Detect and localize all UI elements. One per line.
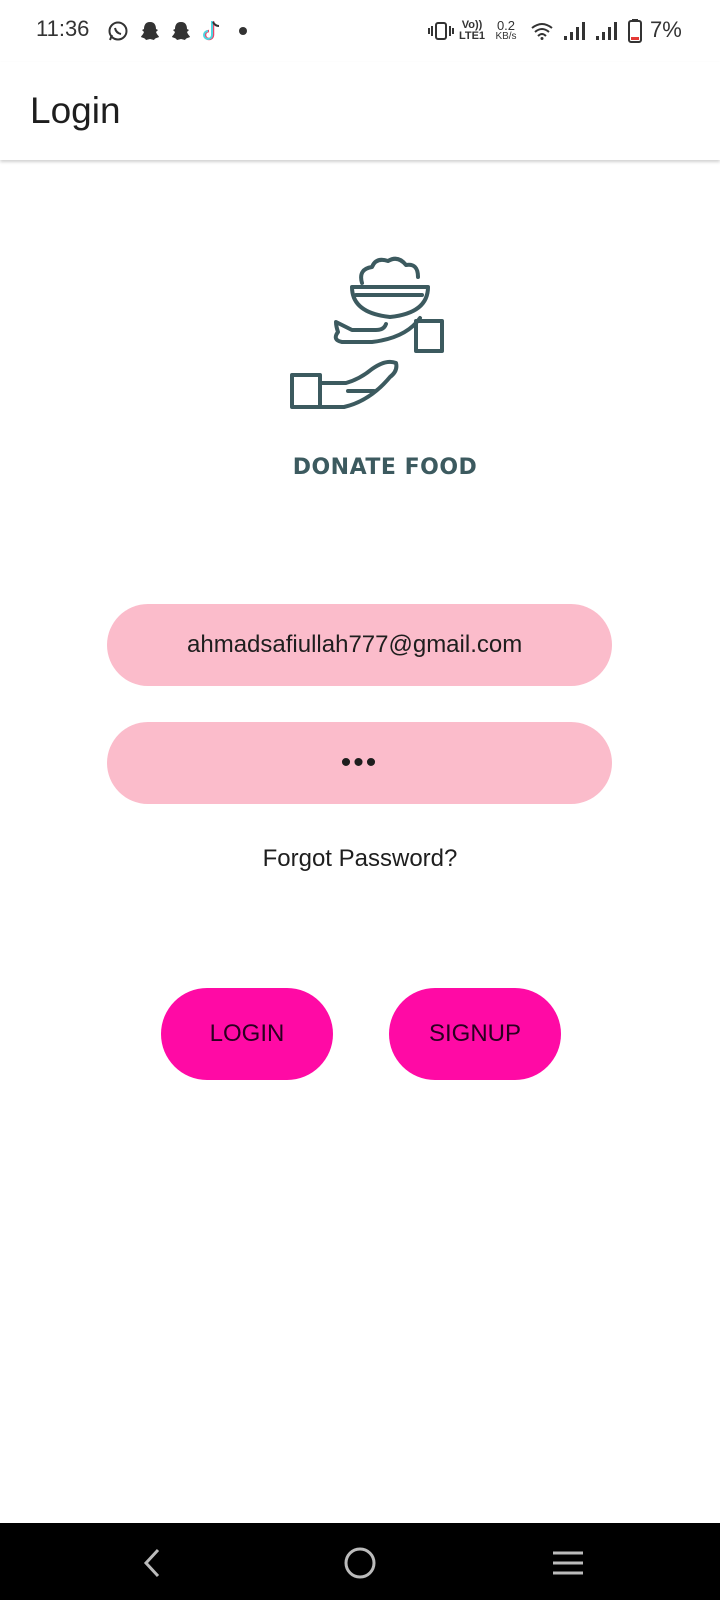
email-field[interactable] bbox=[107, 604, 612, 686]
battery-percentage: 7% bbox=[650, 17, 682, 42]
forgot-password-link[interactable]: Forgot Password? bbox=[0, 845, 720, 873]
donation-hands-icon bbox=[290, 256, 444, 409]
donate-food-logo: DONATE FOOD bbox=[270, 235, 500, 525]
password-field[interactable] bbox=[107, 722, 612, 804]
status-bar: 11:36 Vo)) LTE1 0.2 KB/s 7% bbox=[0, 0, 720, 62]
signal-icon bbox=[562, 18, 586, 44]
app-bar: Login bbox=[0, 62, 720, 160]
vibrate-icon bbox=[428, 18, 454, 44]
battery-icon bbox=[626, 18, 644, 44]
login-button[interactable]: LOGIN bbox=[161, 988, 333, 1080]
back-icon[interactable] bbox=[130, 1541, 174, 1585]
wifi-icon bbox=[530, 18, 554, 44]
signal-icon bbox=[594, 18, 618, 44]
navigation-bar bbox=[0, 1523, 720, 1600]
logo-text: DONATE FOOD bbox=[292, 455, 478, 480]
whatsapp-icon bbox=[106, 18, 130, 44]
signup-button[interactable]: SIGNUP bbox=[389, 988, 561, 1080]
data-speed-indicator: 0.2 KB/s bbox=[495, 18, 517, 42]
snapchat-icon bbox=[138, 18, 162, 44]
recents-icon[interactable] bbox=[546, 1541, 590, 1585]
snapchat-icon bbox=[169, 18, 193, 44]
volte-indicator: Vo)) LTE1 bbox=[458, 19, 486, 42]
page-title: Login bbox=[30, 90, 121, 131]
tiktok-icon bbox=[200, 18, 224, 44]
status-time: 11:36 bbox=[36, 16, 90, 41]
home-icon[interactable] bbox=[338, 1541, 382, 1585]
dot-icon bbox=[236, 18, 250, 44]
